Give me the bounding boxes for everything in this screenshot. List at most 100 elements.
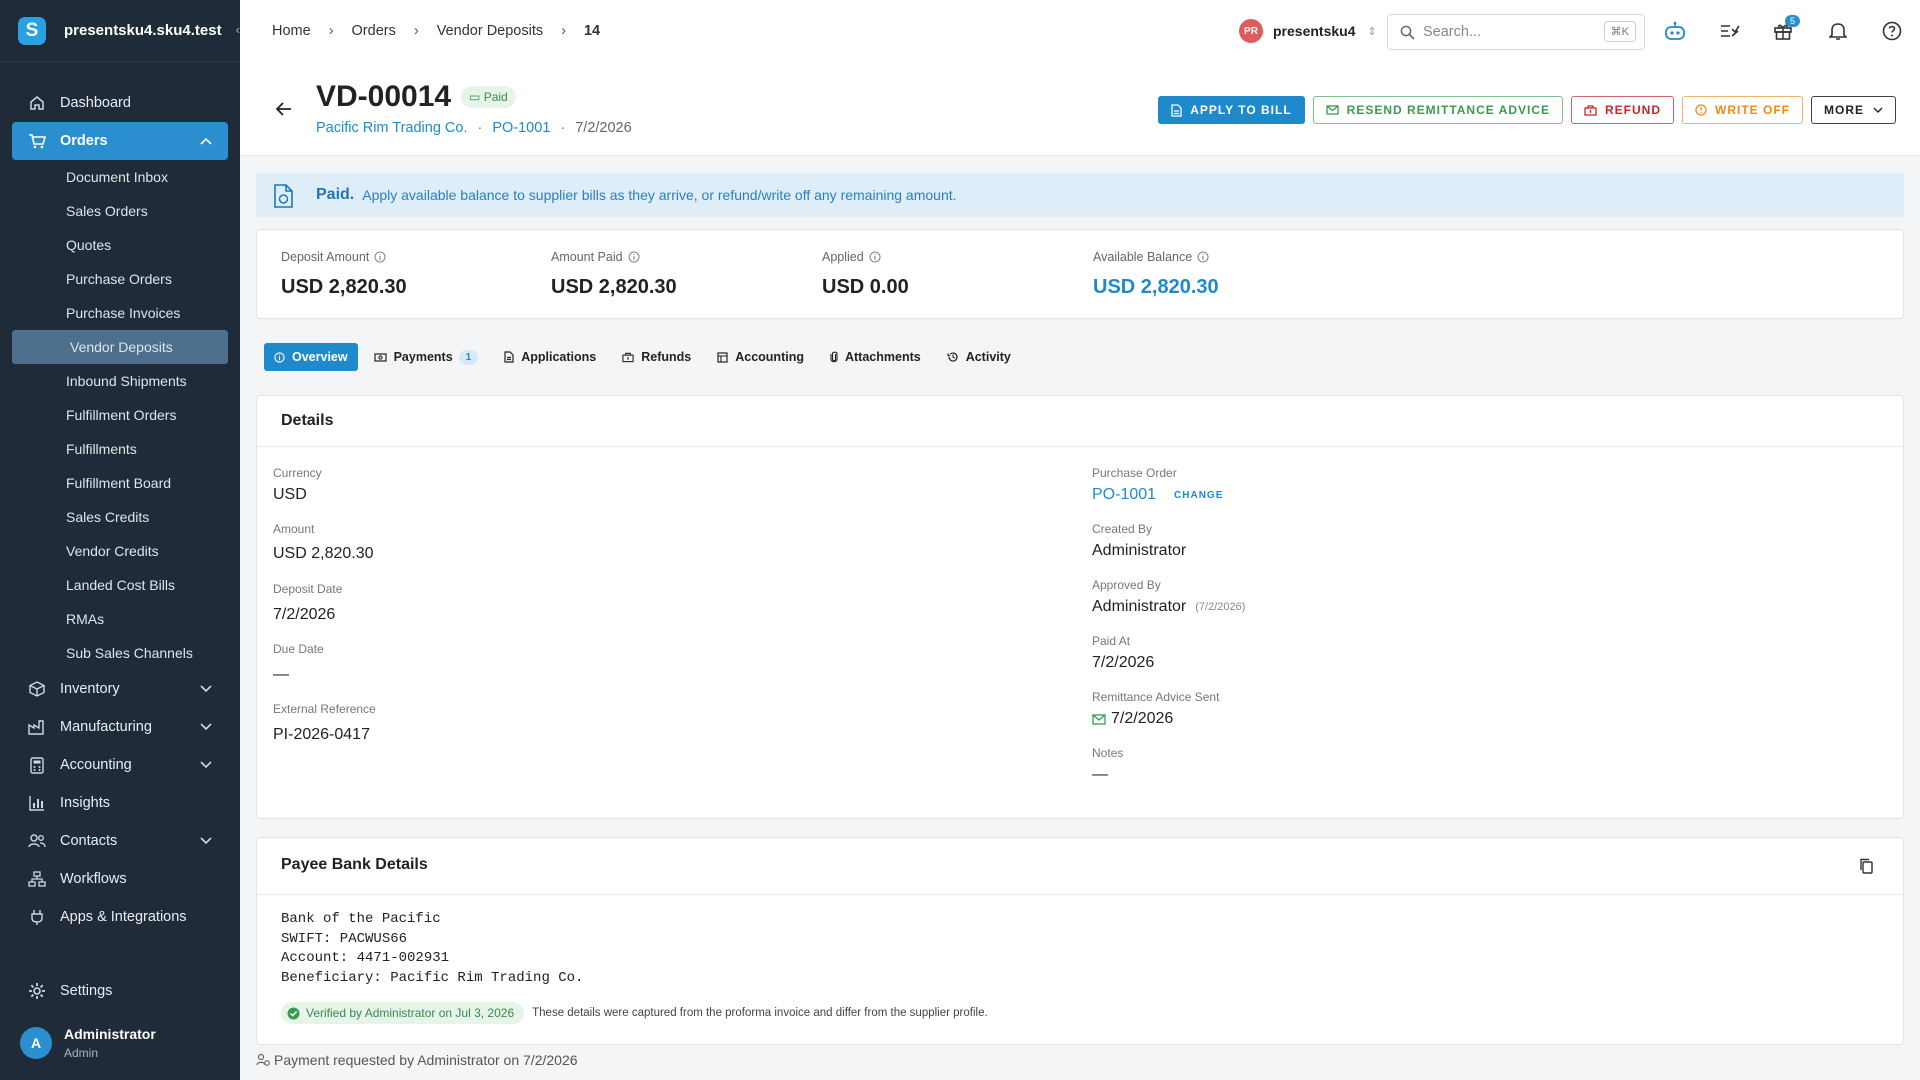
sidebar-item-manufacturing[interactable]: Manufacturing bbox=[12, 708, 228, 746]
sidebar-item-inbound-shipments[interactable]: Inbound Shipments bbox=[12, 364, 228, 398]
sidebar-item-sales-orders[interactable]: Sales Orders bbox=[12, 194, 228, 228]
metric-available-balance: Available Balance USD 2,820.30 bbox=[1093, 250, 1219, 299]
sidebar-item-purchase-invoices[interactable]: Purchase Invoices bbox=[12, 296, 228, 330]
search-shortcut: ⌘K bbox=[1603, 21, 1636, 42]
breadcrumb-orders[interactable]: Orders bbox=[352, 23, 396, 39]
write-off-button[interactable]: WRITE OFF bbox=[1682, 96, 1803, 124]
po-link[interactable]: PO-1001 bbox=[492, 120, 550, 136]
field-label: Currency bbox=[273, 466, 322, 480]
tab-activity[interactable]: Activity bbox=[937, 343, 1021, 371]
sidebar-item-orders[interactable]: Orders bbox=[12, 122, 228, 160]
field-label: External Reference bbox=[273, 702, 376, 716]
breadcrumb-home[interactable]: Home bbox=[272, 23, 311, 39]
user-name: Administrator bbox=[64, 1026, 156, 1042]
refund-button[interactable]: REFUND bbox=[1571, 96, 1674, 124]
mail-sent-icon bbox=[1092, 713, 1106, 725]
sidebar-item-label: Settings bbox=[60, 983, 113, 999]
sidebar-item-apps-integrations[interactable]: Apps & Integrations bbox=[12, 898, 228, 936]
task-list-icon[interactable] bbox=[1719, 20, 1741, 42]
sidebar-item-accounting[interactable]: Accounting bbox=[12, 746, 228, 784]
tab-refunds[interactable]: Refunds bbox=[612, 343, 701, 371]
purchase-order-link[interactable]: PO-1001 bbox=[1092, 486, 1156, 504]
banner-text: Apply available balance to supplier bill… bbox=[362, 187, 957, 203]
sidebar-item-quotes[interactable]: Quotes bbox=[12, 228, 228, 262]
sidebar-item-purchase-orders[interactable]: Purchase Orders bbox=[12, 262, 228, 296]
sidebar-item-workflows[interactable]: Workflows bbox=[12, 860, 228, 898]
copy-icon[interactable] bbox=[1859, 858, 1873, 879]
more-label: MORE bbox=[1824, 103, 1864, 117]
sidebar-item-dashboard[interactable]: Dashboard bbox=[12, 84, 228, 122]
tab-attachments[interactable]: Attachments bbox=[820, 343, 931, 371]
sidebar-item-sub-sales-channels[interactable]: Sub Sales Channels bbox=[12, 636, 228, 670]
tab-label: Overview bbox=[292, 350, 348, 364]
brand[interactable]: S presentsku4.sku4.test ‹ bbox=[0, 0, 240, 62]
summary-metrics: Deposit Amount USD 2,820.30 Amount Paid … bbox=[256, 229, 1904, 319]
tab-payments[interactable]: Payments 1 bbox=[364, 343, 489, 371]
paperclip-icon bbox=[830, 351, 838, 363]
sidebar-item-contacts[interactable]: Contacts bbox=[12, 822, 228, 860]
sidebar-item-insights[interactable]: Insights bbox=[12, 784, 228, 822]
tab-accounting[interactable]: Accounting bbox=[707, 343, 814, 371]
tab-bar: Overview Payments 1 Applications Refunds… bbox=[264, 343, 1027, 371]
field-created-by: Created By Administrator bbox=[1092, 522, 1186, 560]
tab-count-badge: 1 bbox=[458, 349, 479, 365]
refund-icon bbox=[1584, 104, 1597, 116]
breadcrumb-separator: › bbox=[561, 23, 566, 39]
tab-overview[interactable]: Overview bbox=[264, 343, 358, 371]
sidebar-item-vendor-deposits[interactable]: Vendor Deposits bbox=[12, 330, 228, 364]
sidebar-item-label: Manufacturing bbox=[60, 719, 152, 735]
divider bbox=[257, 446, 1903, 447]
user-menu[interactable]: A Administrator Admin bbox=[20, 1026, 156, 1060]
sidebar-item-landed-cost-bills[interactable]: Landed Cost Bills bbox=[12, 568, 228, 602]
warning-circle-icon bbox=[1695, 104, 1707, 116]
chevron-down-icon bbox=[1873, 107, 1883, 113]
calculator-icon bbox=[28, 756, 46, 774]
info-icon[interactable] bbox=[628, 251, 640, 263]
sidebar-item-settings[interactable]: Settings bbox=[12, 972, 228, 1010]
sidebar-item-fulfillment-orders[interactable]: Fulfillment Orders bbox=[12, 398, 228, 432]
app-logo: S bbox=[18, 16, 46, 45]
more-button[interactable]: MORE bbox=[1811, 96, 1896, 124]
sidebar-item-inventory[interactable]: Inventory bbox=[12, 670, 228, 708]
info-icon[interactable] bbox=[1197, 251, 1209, 263]
tab-applications[interactable]: Applications bbox=[494, 343, 606, 371]
info-icon[interactable] bbox=[374, 251, 386, 263]
back-arrow-icon[interactable] bbox=[275, 102, 292, 121]
tenant-switcher[interactable]: PR presentsku4 ⇕ bbox=[1239, 19, 1377, 43]
details-title: Details bbox=[281, 412, 334, 429]
gift-icon[interactable]: 5 bbox=[1772, 15, 1800, 42]
field-due-date: Due Date — bbox=[273, 642, 324, 684]
topbar: Home › Orders › Vendor Deposits › 14 PR … bbox=[240, 0, 1920, 62]
sidebar-item-fulfillments[interactable]: Fulfillments bbox=[12, 432, 228, 466]
sidebar-item-rmas[interactable]: RMAs bbox=[12, 602, 228, 636]
field-value: Administrator bbox=[1092, 542, 1187, 559]
bell-icon[interactable] bbox=[1827, 20, 1849, 42]
robot-icon[interactable] bbox=[1664, 20, 1686, 42]
apply-to-bill-button[interactable]: APPLY TO BILL bbox=[1158, 96, 1305, 124]
field-currency: Currency USD bbox=[273, 466, 322, 504]
nav-bottom: Settings bbox=[12, 972, 228, 1010]
gift-badge: 5 bbox=[1784, 15, 1800, 27]
metric-value: USD 2,820.30 bbox=[551, 276, 677, 298]
change-po-button[interactable]: CHANGE bbox=[1174, 490, 1223, 501]
metric-label: Available Balance bbox=[1093, 250, 1193, 264]
resend-remittance-button[interactable]: RESEND REMITTANCE ADVICE bbox=[1312, 96, 1563, 124]
sidebar-item-label: Dashboard bbox=[60, 95, 131, 111]
breadcrumb-vendor-deposits[interactable]: Vendor Deposits bbox=[437, 23, 543, 39]
sidebar-item-sales-credits[interactable]: Sales Credits bbox=[12, 500, 228, 534]
status-banner: Paid. Apply available balance to supplie… bbox=[256, 173, 1904, 217]
payee-bank-card: Payee Bank Details Bank of the Pacific S… bbox=[256, 837, 1904, 1045]
field-notes: Notes — bbox=[1092, 746, 1123, 784]
info-icon[interactable] bbox=[869, 251, 881, 263]
field-value: 7/2/2026 bbox=[1111, 710, 1174, 727]
help-icon[interactable] bbox=[1881, 20, 1903, 42]
sidebar-item-document-inbox[interactable]: Document Inbox bbox=[12, 160, 228, 194]
supplier-link[interactable]: Pacific Rim Trading Co. bbox=[316, 120, 468, 136]
chevron-down-icon bbox=[200, 681, 212, 697]
sidebar-item-vendor-credits[interactable]: Vendor Credits bbox=[12, 534, 228, 568]
sidebar-item-fulfillment-board[interactable]: Fulfillment Board bbox=[12, 466, 228, 500]
write-off-label: WRITE OFF bbox=[1715, 103, 1790, 117]
breadcrumb-current: 14 bbox=[583, 23, 601, 39]
search-input[interactable]: Search... ⌘K bbox=[1387, 14, 1645, 50]
person-money-icon bbox=[256, 1053, 270, 1067]
